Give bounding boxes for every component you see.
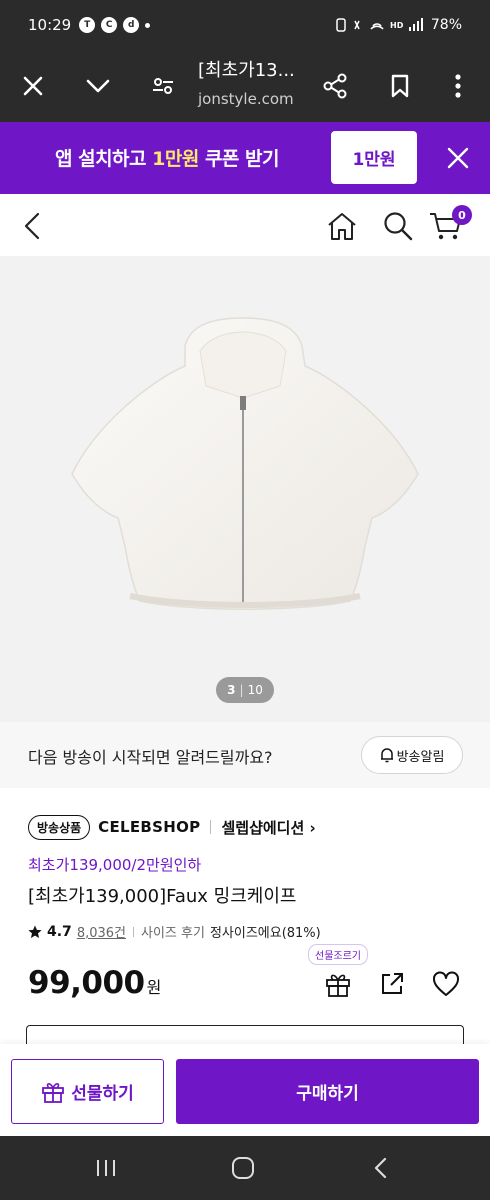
status-time: 10:29 (28, 16, 72, 34)
broadcast-question: 다음 방송이 시작되면 알려드릴까요? (28, 748, 273, 767)
heart-icon[interactable] (429, 967, 463, 1001)
c-icon: C (101, 17, 118, 33)
home-button-icon[interactable] (223, 1148, 263, 1188)
review-count-link[interactable]: 8,036건 (77, 922, 126, 941)
brand-name[interactable]: CELEBSHOP (98, 818, 200, 836)
size-review-label: 사이즈 후기 (141, 926, 205, 941)
price-value: 99,000 (28, 965, 145, 1001)
back-arrow-icon[interactable] (12, 206, 52, 246)
notification-icons: T C d (79, 17, 151, 33)
share-icon[interactable] (375, 967, 409, 1001)
broadcast-alert-row: 다음 방송이 시작되면 알려드릴까요? 방송알림 (0, 722, 490, 788)
status-bar: 10:29 T C d HD 78% (0, 0, 490, 50)
price-promo-line: 최초가139,000/2만원인하 (28, 856, 202, 874)
page-url[interactable]: jonstyle.com (198, 90, 294, 108)
product-title: [최초가139,000]Faux 밍크케이프 (28, 886, 297, 907)
size-review-value: 정사이즈에요(81%) (209, 926, 321, 941)
search-icon[interactable] (378, 206, 418, 246)
rating-divider (133, 926, 134, 937)
product-image-gallery[interactable] (0, 256, 490, 722)
close-icon[interactable] (13, 66, 53, 106)
recent-apps-icon[interactable] (86, 1148, 126, 1188)
gallery-counter: 3 | 10 (216, 677, 274, 703)
gift-icon (42, 1082, 65, 1103)
back-button-icon[interactable] (360, 1148, 400, 1188)
broadcast-product-badge: 방송상품 (28, 814, 91, 840)
banner-close-icon[interactable] (438, 138, 478, 178)
price: 99,000 원 (28, 965, 161, 1001)
gift-request-tooltip: 선물조르기 (308, 944, 368, 965)
talk-icon: T (79, 17, 96, 33)
gift-button[interactable]: 선물하기 (11, 1059, 164, 1124)
coupon-button[interactable]: 1만원 (331, 131, 417, 184)
app-header (0, 194, 490, 256)
site-settings-icon[interactable] (143, 66, 183, 106)
rating-row: 4.7 8,036건 사이즈 후기 정사이즈에요(81%) (28, 922, 321, 941)
buy-button[interactable]: 구매하기 (176, 1059, 479, 1124)
chevron-down-icon[interactable] (78, 66, 118, 106)
brand-edition-link[interactable]: 셀렙샵에디션 › (221, 817, 315, 838)
app-install-banner[interactable]: 앱 설치하고 1만원 쿠폰 받기 1만원 (0, 122, 490, 194)
discord-icon: d (123, 17, 140, 33)
signal-icons: HD (336, 18, 423, 32)
rating-value: 4.7 (47, 923, 72, 940)
browser-toolbar: [최초가13... jonstyle.com (0, 50, 490, 122)
bookmark-icon[interactable] (380, 66, 420, 106)
price-unit: 원 (146, 978, 162, 997)
share-icon[interactable] (315, 66, 355, 106)
gift-request-icon[interactable] (321, 967, 355, 1001)
brand-row: 방송상품 CELEBSHOP 셀렙샵에디션 › (28, 813, 316, 841)
status-right: HD 78% (335, 17, 462, 33)
cart-count-badge: 0 (452, 205, 472, 225)
home-icon[interactable] (322, 206, 362, 246)
product-image (71, 317, 419, 610)
dot-icon (145, 22, 151, 28)
banner-text: 앱 설치하고 1만원 쿠폰 받기 (55, 148, 279, 170)
bottom-action-bar: 선물하기 구매하기 (0, 1044, 490, 1136)
bell-icon (380, 748, 393, 763)
page-title[interactable]: [최초가13... (198, 56, 295, 82)
brand-divider (210, 820, 212, 834)
more-menu-icon[interactable] (438, 66, 478, 106)
star-icon (28, 925, 42, 938)
battery-level: 78% (430, 17, 462, 33)
svg-text:HD: HD (390, 21, 404, 30)
system-nav-bar (0, 1136, 490, 1200)
broadcast-alert-button[interactable]: 방송알림 (361, 736, 463, 774)
